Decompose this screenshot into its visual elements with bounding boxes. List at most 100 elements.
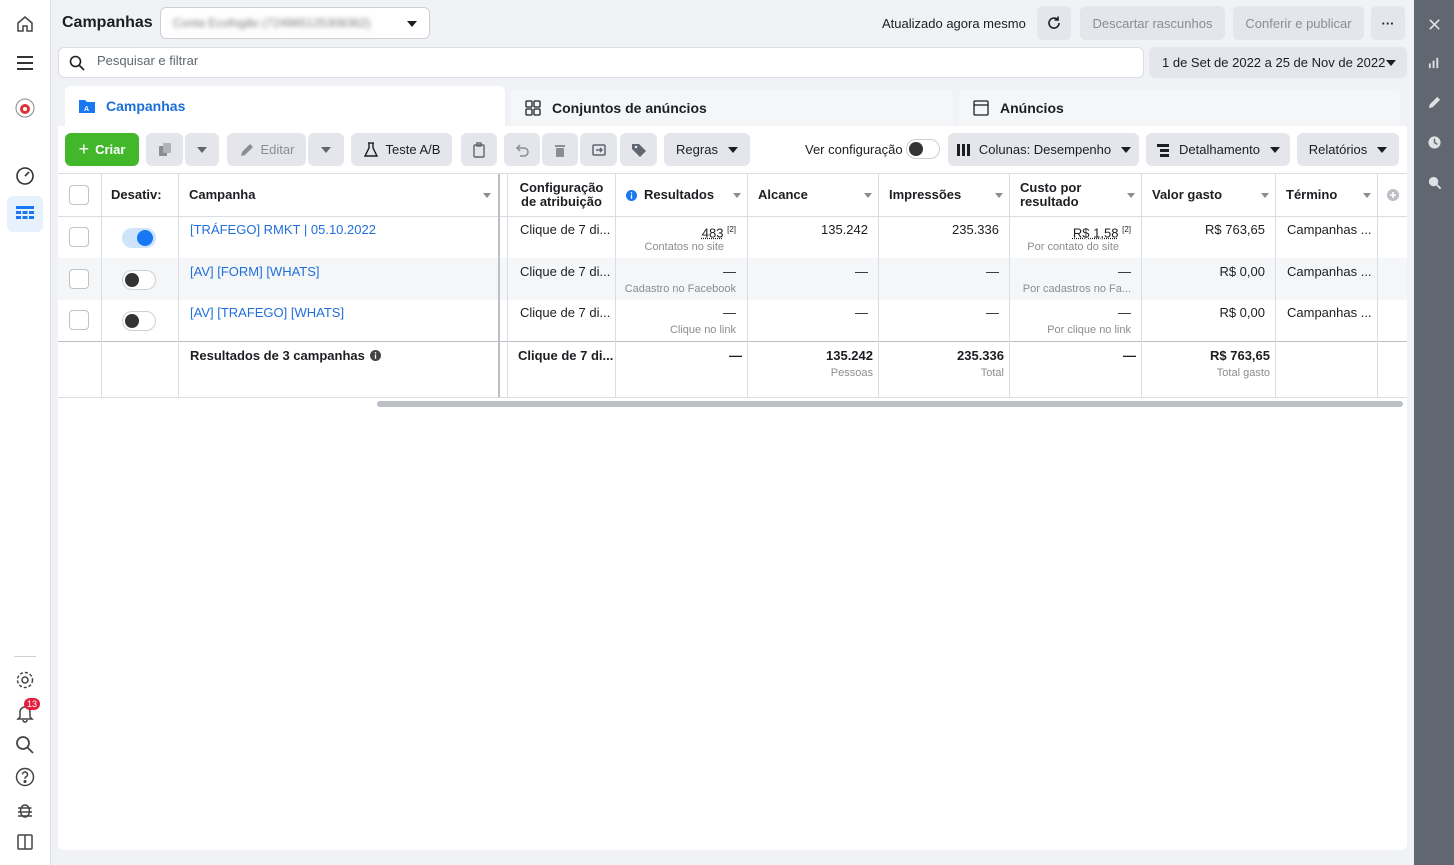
- column-header-results[interactable]: Resultados: [616, 174, 747, 216]
- account-selector[interactable]: Conta Ecofogão (724965125308362): [160, 7, 430, 39]
- duplicate-button[interactable]: [146, 133, 183, 166]
- duplicate-dropdown-button[interactable]: [185, 133, 219, 166]
- breakdown-icon: [1157, 143, 1170, 157]
- sort-icon: [483, 193, 491, 198]
- tab-label: Campanhas: [106, 98, 186, 114]
- ab-test-label: Teste A/B: [385, 142, 441, 157]
- chevron-down-icon: [1377, 146, 1388, 153]
- column-header-attribution[interactable]: Configuração de atribuição: [508, 174, 615, 216]
- sort-icon: [995, 193, 1003, 198]
- campaign-toggle[interactable]: [122, 270, 156, 290]
- campaign-name-link[interactable]: [AV] [FORM] [WHATS]: [190, 264, 320, 279]
- view-setup-label: Ver configuração: [805, 142, 903, 157]
- ads-manager-table-icon[interactable]: [7, 196, 43, 232]
- plus-icon: +: [78, 139, 90, 159]
- export-button[interactable]: [580, 133, 617, 166]
- adsets-grid-icon: [524, 99, 542, 117]
- help-icon[interactable]: [13, 765, 37, 789]
- settings-gear-icon[interactable]: [13, 668, 37, 692]
- reach-cell: —: [855, 264, 868, 279]
- attribution-cell: Clique de 7 di...: [520, 264, 611, 279]
- search-input[interactable]: [97, 53, 997, 68]
- page-title: Campanhas: [62, 14, 153, 31]
- horizontal-scrollbar[interactable]: [377, 401, 1403, 407]
- select-all-checkbox[interactable]: [69, 185, 89, 205]
- bug-report-icon[interactable]: [13, 798, 37, 822]
- totals-attribution: Clique de 7 di...: [518, 348, 614, 363]
- column-header-cost-per-result[interactable]: Custo por resultado: [1010, 174, 1141, 216]
- column-header-off[interactable]: Desativ:: [111, 174, 177, 216]
- date-range-picker[interactable]: 1 de Set de 2022 a 25 de Nov de 2022: [1149, 47, 1407, 78]
- undo-icon: [515, 143, 529, 157]
- row-checkbox[interactable]: [69, 227, 89, 247]
- reports-button[interactable]: Relatórios: [1297, 133, 1399, 166]
- columns-button[interactable]: Colunas: Desempenho: [948, 133, 1139, 166]
- duplicate-icon: [158, 142, 171, 156]
- swap-icon: [591, 143, 606, 156]
- history-clock-icon[interactable]: [1426, 134, 1442, 150]
- view-setup-toggle[interactable]: [906, 139, 940, 159]
- account-logo-icon[interactable]: [13, 96, 37, 120]
- add-column-icon: [1386, 189, 1399, 201]
- add-column-button[interactable]: [1378, 174, 1407, 216]
- tab-campaigns[interactable]: A Campanhas: [65, 86, 505, 126]
- tag-button[interactable]: [620, 133, 657, 166]
- breakdown-button[interactable]: Detalhamento: [1146, 133, 1290, 166]
- results-sub-label: Cadastro no Facebook: [624, 283, 736, 295]
- campaign-name-link[interactable]: [TRÁFEGO] RMKT | 05.10.2022: [190, 222, 376, 237]
- chevron-down-icon: [1269, 146, 1280, 153]
- edit-button[interactable]: Editar: [227, 133, 306, 166]
- toggle-panel-icon[interactable]: [13, 830, 37, 854]
- column-header-amount-spent[interactable]: Valor gasto: [1142, 174, 1275, 216]
- more-options-button[interactable]: ···: [1371, 6, 1405, 40]
- create-label: Criar: [95, 142, 126, 157]
- campaign-toggle[interactable]: [122, 228, 156, 248]
- column-header-end[interactable]: Término: [1276, 174, 1377, 216]
- tab-ads[interactable]: Anúncios: [959, 90, 1400, 126]
- totals-amount-spent: R$ 763,65: [1210, 348, 1270, 363]
- edit-pencil-icon[interactable]: [1426, 94, 1442, 110]
- delete-button[interactable]: [542, 133, 578, 166]
- refresh-button[interactable]: [1037, 6, 1071, 40]
- campaign-toggle[interactable]: [122, 311, 156, 331]
- column-header-reach[interactable]: Alcance: [748, 174, 878, 216]
- row-checkbox[interactable]: [69, 269, 89, 289]
- ab-test-button[interactable]: Teste A/B: [351, 133, 452, 166]
- cost-sub-label: Por clique no link: [1047, 324, 1131, 336]
- column-header-impressions[interactable]: Impressões: [879, 174, 1009, 216]
- edit-dropdown-button[interactable]: [308, 133, 344, 166]
- menu-icon[interactable]: [13, 51, 37, 75]
- columns-label: Colunas: Desempenho: [978, 142, 1112, 157]
- home-icon[interactable]: [13, 12, 37, 36]
- reach-cell: —: [855, 305, 868, 320]
- clipboard-button[interactable]: [461, 133, 497, 166]
- column-header-campaign[interactable]: Campanha: [189, 174, 497, 216]
- breakdown-label: Detalhamento: [1179, 142, 1260, 157]
- create-button[interactable]: + Criar: [65, 133, 139, 166]
- totals-reach: 135.242: [826, 348, 873, 363]
- amount-spent-cell: R$ 0,00: [1219, 305, 1265, 320]
- sort-icon: [1261, 193, 1269, 198]
- tab-label: Anúncios: [1000, 100, 1064, 116]
- edit-pencil-icon: [240, 143, 253, 156]
- campaign-name-link[interactable]: [AV] [TRAFEGO] [WHATS]: [190, 305, 344, 320]
- notifications-badge: 13: [24, 698, 41, 710]
- row-checkbox[interactable]: [69, 310, 89, 330]
- columns-icon: [956, 143, 970, 156]
- review-publish-button[interactable]: Conferir e publicar: [1233, 6, 1364, 40]
- last-updated-text: Atualizado agora mesmo: [882, 16, 1026, 31]
- undo-button[interactable]: [504, 133, 540, 166]
- close-icon[interactable]: [1426, 16, 1442, 32]
- chart-icon[interactable]: [1426, 54, 1442, 70]
- tab-adsets[interactable]: Conjuntos de anúncios: [511, 90, 953, 126]
- chevron-down-icon: [321, 146, 331, 153]
- dashboard-gauge-icon[interactable]: [13, 164, 37, 188]
- inspect-zoom-icon[interactable]: [1426, 174, 1442, 190]
- info-icon: [626, 189, 637, 201]
- end-cell: Campanhas ...: [1287, 264, 1372, 279]
- rules-label: Regras: [676, 142, 718, 157]
- rules-button[interactable]: Regras: [664, 133, 750, 166]
- discard-drafts-button[interactable]: Descartar rascunhos: [1080, 6, 1225, 40]
- sort-icon: [864, 193, 872, 198]
- search-icon[interactable]: [13, 733, 37, 757]
